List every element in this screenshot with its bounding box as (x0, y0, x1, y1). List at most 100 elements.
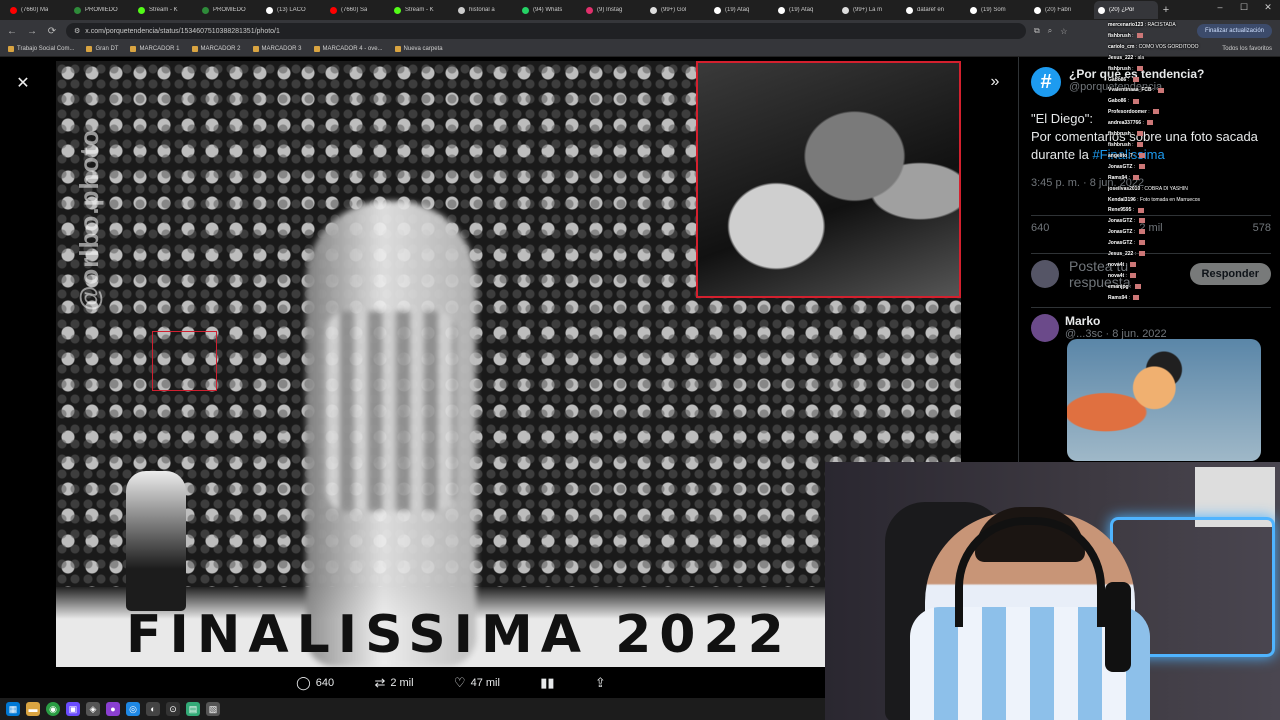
stat-replies[interactable]: 640 (1031, 222, 1049, 234)
chat-username[interactable]: andrea337766 (1108, 120, 1141, 126)
minimize-icon[interactable]: – (1212, 2, 1228, 12)
author-avatar[interactable]: # (1031, 67, 1061, 97)
analytics-icon: ▮▮ (540, 675, 555, 690)
player-figure (306, 201, 476, 667)
all-bookmarks[interactable]: Todos los favoritos (1222, 46, 1272, 52)
chat-separator: : (1132, 163, 1137, 170)
chat-username[interactable]: mercenario123 (1108, 22, 1143, 28)
browser-tab[interactable]: (19) Ataq (774, 1, 838, 19)
folder-icon[interactable]: ▬ (26, 702, 40, 716)
browser-tab[interactable]: (13) LACO (262, 1, 326, 19)
back-icon[interactable]: ← (6, 26, 18, 37)
browser-tab[interactable]: PROMIEDO (198, 1, 262, 19)
browser-tab[interactable]: dataref en (902, 1, 966, 19)
chat-message: Jesus_222 : ala (1108, 53, 1218, 64)
browser-tab[interactable]: historial a (454, 1, 518, 19)
browser-tab[interactable]: (7660) Sa (326, 1, 390, 19)
site-info-icon[interactable]: ⚙ (74, 27, 80, 35)
browser-tab[interactable]: (19) Som (966, 1, 1030, 19)
x-icon (1034, 6, 1041, 14)
chat-username[interactable]: fishbrush (1108, 142, 1131, 148)
chat-username[interactable]: Rams94 (1108, 295, 1127, 301)
install-icon[interactable]: ⧉ (1034, 26, 1040, 36)
bookmark-star-icon[interactable]: ☆ (1060, 27, 1067, 36)
browser-tab[interactable]: (9) Instag (582, 1, 646, 19)
address-bar[interactable]: ⚙ x.com/porquetendencia/status/153460751… (66, 23, 1026, 39)
chat-username[interactable]: Kendal3196 (1108, 197, 1136, 203)
chat-username[interactable]: angelito_7 (1108, 153, 1133, 159)
forward-icon[interactable]: → (26, 26, 38, 37)
chat-username[interactable]: JonasGTZ (1108, 240, 1132, 246)
bookmark-item[interactable]: Trabajo Social Com... (8, 46, 74, 52)
browser-tab-label: (19) Ataq (789, 7, 814, 13)
chat-username[interactable]: Gabo86 (1108, 98, 1126, 104)
chat-username[interactable]: cariolo_cm (1108, 44, 1134, 50)
emote-icon (1138, 240, 1145, 246)
browser-tab[interactable]: PROMIEDO (70, 1, 134, 19)
bookmark-item[interactable]: Gran DT (86, 46, 118, 52)
maximize-icon[interactable]: ☐ (1236, 2, 1252, 13)
stat-likes[interactable]: 578 (1253, 222, 1271, 234)
chat-message: Jesus_222 : (1108, 249, 1218, 260)
app-icon[interactable]: ▣ (66, 702, 80, 716)
chat-username[interactable]: Jesus_222 (1108, 251, 1133, 257)
browser-tab[interactable]: Stream - K (390, 1, 454, 19)
app-icon[interactable]: ◈ (86, 702, 100, 716)
reply-media[interactable] (1067, 339, 1261, 461)
browser-tab[interactable]: (99+) Gol (646, 1, 710, 19)
chat-message: cariolo_cm : COMO VOS GORDITOOO (1108, 42, 1218, 53)
close-window-icon[interactable]: ✕ (1260, 2, 1276, 13)
start-icon[interactable]: ▦ (6, 702, 20, 716)
chat-username[interactable]: emanjpg (1108, 284, 1129, 290)
collapse-panel-icon[interactable]: » (986, 73, 1004, 91)
browser-tab[interactable]: Stream - K (134, 1, 198, 19)
repost-action[interactable]: ⇄ 2 mil (374, 675, 413, 691)
chat-username[interactable]: Rams94 (1108, 175, 1127, 181)
browser-tab-label: (13) LACO (277, 7, 306, 13)
chat-username[interactable]: Vvalentinaaa_FCB (1108, 87, 1152, 93)
close-icon[interactable]: ✕ (14, 73, 32, 93)
reload-icon[interactable]: ⟳ (46, 26, 58, 37)
app-icon[interactable]: ● (106, 702, 120, 716)
chat-username[interactable]: JonasGTZ (1108, 218, 1132, 224)
app-icon[interactable]: ▤ (186, 702, 200, 716)
chat-username[interactable]: fishbrush (1108, 66, 1131, 72)
chat-username[interactable]: nova4t (1108, 273, 1124, 279)
browser-tab[interactable]: (99+) La m (838, 1, 902, 19)
browser-tab[interactable]: (94) Whats (518, 1, 582, 19)
bookmark-item[interactable]: MARCADOR 2 (191, 46, 241, 52)
emote-icon (1137, 207, 1144, 213)
chat-username[interactable]: nova4t (1108, 262, 1124, 268)
app-icon[interactable]: ◎ (126, 702, 140, 716)
browser-tab[interactable]: (19) Ataq (710, 1, 774, 19)
chrome-icon[interactable]: ◉ (46, 702, 60, 716)
bookmark-item[interactable]: MARCADOR 3 (252, 46, 302, 52)
app-icon[interactable]: ▧ (206, 702, 220, 716)
browser-tab[interactable]: (20) ¿Por (1094, 1, 1158, 19)
reply-action[interactable]: ◯ 640 (296, 675, 334, 691)
bookmark-item[interactable]: MARCADOR 1 (130, 46, 180, 52)
share-action[interactable]: ⇪ (595, 675, 606, 691)
chat-username[interactable]: Jesus_222 (1108, 55, 1133, 61)
chat-username[interactable]: JonasGTZ (1108, 164, 1132, 170)
zoom-icon[interactable]: ⌕ (1048, 26, 1052, 36)
chat-username[interactable]: JonasGTZ (1108, 229, 1132, 235)
browser-tab[interactable]: (20) Fabri (1030, 1, 1094, 19)
app-icon[interactable]: ⊙ (166, 702, 180, 716)
chat-username[interactable]: fishbrush (1108, 131, 1131, 137)
chat-separator: : (1126, 76, 1131, 83)
chat-username[interactable]: Rene9595 (1108, 207, 1131, 213)
chat-username[interactable]: Profesordoomer (1108, 109, 1147, 115)
bookmark-item[interactable]: MARCADOR 4 - ove... (313, 46, 383, 52)
chat-username[interactable]: Gabo86 (1108, 77, 1126, 83)
chat-username[interactable]: joseilvas2010 (1108, 186, 1140, 192)
browser-tab[interactable]: (7660) Ma (6, 1, 70, 19)
like-action[interactable]: ♡ 47 mil (454, 675, 500, 691)
chat-text: COMO VOS GORDITOOO (1138, 43, 1199, 50)
commenter-avatar[interactable] (1031, 314, 1059, 342)
chat-username[interactable]: fishbrush (1108, 33, 1131, 39)
bookmark-item[interactable]: Nueva carpeta (394, 46, 443, 52)
views-action[interactable]: ▮▮ (540, 675, 554, 691)
new-tab-icon[interactable]: + (1158, 2, 1174, 18)
obs-icon[interactable]: ◐ (146, 702, 160, 716)
